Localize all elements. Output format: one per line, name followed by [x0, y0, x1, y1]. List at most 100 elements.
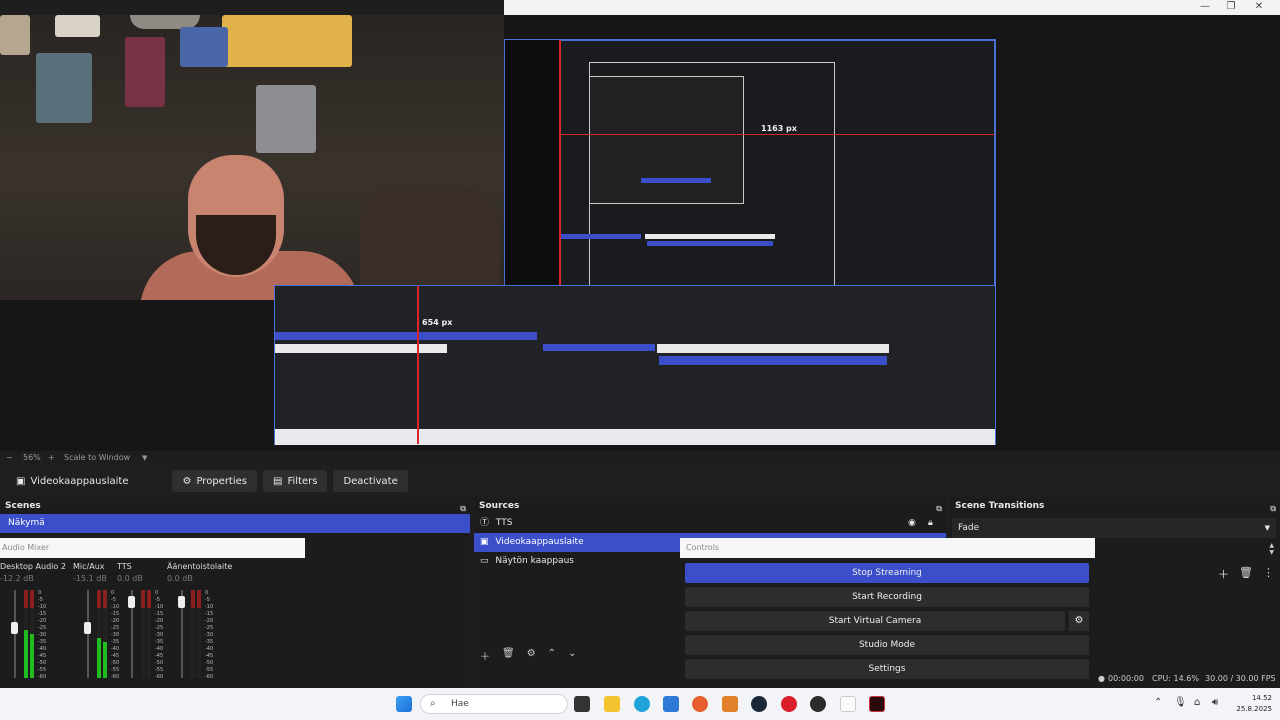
- scale-tick: 0: [38, 590, 42, 596]
- store-icon[interactable]: [663, 696, 679, 712]
- cpu-usage: CPU: 14.6%: [1152, 674, 1199, 683]
- meter-scale: 0 -5 -10 -15 -20 -25 -30 -35 -40 -45 -50 -55 -60: [205, 590, 213, 681]
- level-meter: [97, 590, 101, 678]
- minimize-icon[interactable]: —: [1196, 1, 1214, 13]
- properties-label: Properties: [196, 475, 247, 487]
- volume-icon[interactable]: 🔊︎: [1212, 697, 1218, 708]
- studio-mode-button[interactable]: Studio Mode: [685, 635, 1089, 655]
- scale-mode[interactable]: Scale to Window: [64, 451, 130, 465]
- sources-title: Sources ⧉: [474, 498, 946, 514]
- steam-icon[interactable]: [751, 696, 767, 712]
- selected-source-label: Videokaappauslaite: [30, 475, 129, 487]
- fader-handle[interactable]: [11, 622, 18, 634]
- scale-tick: -30: [155, 632, 164, 638]
- tray-overflow-icon[interactable]: ⌃: [1154, 697, 1162, 708]
- opera-icon[interactable]: [781, 696, 797, 712]
- fader-handle[interactable]: [84, 622, 91, 634]
- add-icon[interactable]: ＋: [480, 648, 490, 663]
- scale-tick: -30: [205, 632, 214, 638]
- preview-canvas[interactable]: 1163 px 654 px: [0, 15, 1280, 451]
- stop-streaming-button[interactable]: Stop Streaming: [685, 563, 1089, 583]
- start-recording-button[interactable]: Start Recording: [685, 587, 1089, 607]
- acrobat-icon[interactable]: [869, 696, 885, 712]
- zoom-out-button[interactable]: −: [6, 451, 13, 465]
- deactivate-button[interactable]: Deactivate: [333, 470, 408, 492]
- obs-icon[interactable]: [810, 696, 826, 712]
- move-up-icon[interactable]: ⌃: [548, 648, 556, 663]
- windows-start-icon[interactable]: [396, 696, 412, 712]
- undock-icon[interactable]: ⧉: [1270, 501, 1276, 517]
- scene-item[interactable]: Näkymä: [0, 514, 470, 533]
- properties-button[interactable]: ⚙ Properties: [172, 470, 257, 492]
- search-placeholder: Hae: [451, 699, 469, 709]
- scale-tick: -45: [38, 653, 47, 659]
- scale-tick: -10: [38, 604, 47, 610]
- more-icon[interactable]: ⋮: [1263, 566, 1274, 582]
- add-icon[interactable]: ＋: [1218, 566, 1229, 582]
- spin-arrows-icon[interactable]: ▲ ▼: [1269, 542, 1274, 556]
- task-view-icon[interactable]: [574, 696, 590, 712]
- scale-tick: -35: [155, 639, 164, 645]
- scale-tick: -40: [155, 646, 164, 652]
- vlc-icon[interactable]: [722, 696, 738, 712]
- source-item[interactable]: Ⓣ TTS ◉ 🔒︎: [474, 514, 946, 533]
- text-icon: Ⓣ: [480, 518, 490, 528]
- move-down-icon[interactable]: ⌄: [568, 648, 576, 663]
- record-time: 00:00:00: [1108, 674, 1144, 683]
- scale-tick: -25: [155, 625, 164, 631]
- scale-tick: -50: [205, 660, 214, 666]
- scale-tick: -25: [38, 625, 47, 631]
- start-virtual-camera-button[interactable]: Start Virtual Camera: [685, 611, 1065, 631]
- scenes-title: Scenes ⧉: [0, 498, 470, 514]
- selected-source: ▣ Videokaappauslaite: [6, 470, 138, 492]
- meter-scale: 0 -5 -10 -15 -20 -25 -30 -35 -40 -45 -50 -55 -60: [155, 590, 163, 681]
- clock-time: 14.52: [1251, 694, 1272, 702]
- scale-tick: -50: [38, 660, 47, 666]
- chevron-down-icon: ▼: [1264, 524, 1270, 532]
- transitions-title: Scene Transitions ⧉: [950, 498, 1280, 514]
- volume-fader[interactable]: [87, 590, 89, 678]
- fader-handle[interactable]: [128, 596, 135, 608]
- edge-icon[interactable]: [634, 696, 650, 712]
- microphone-icon[interactable]: 🎙︎: [1174, 697, 1187, 708]
- volume-fader[interactable]: [14, 590, 16, 678]
- channel-name: Äänentoistolaite: [167, 562, 233, 571]
- zoom-level: 56%: [23, 453, 41, 462]
- source-toolbar: ▣ Videokaappauslaite ⚙ Properties ▤ Filt…: [0, 467, 1280, 495]
- scale-tick: -35: [38, 639, 47, 645]
- sources-actions: ＋ 🗑︎ ⚙ ⌃ ⌄: [480, 648, 576, 663]
- lock-icon[interactable]: 🔒︎: [928, 514, 933, 533]
- gear-icon[interactable]: ⚙: [527, 648, 536, 663]
- scale-tick: -10: [205, 604, 214, 610]
- zoom-in-button[interactable]: +: [48, 451, 55, 465]
- trash-icon[interactable]: 🗑︎: [1239, 566, 1253, 582]
- audio-mixer-panel: Audio Mixer Desktop Audio 2 -12.2 dB 0 -5 -1…: [0, 538, 305, 688]
- network-icon[interactable]: ⌂: [1194, 697, 1200, 708]
- scale-tick: -20: [155, 618, 164, 624]
- fader-handle[interactable]: [178, 596, 185, 608]
- scale-tick: -10: [155, 604, 164, 610]
- level-meter: [147, 590, 151, 678]
- filters-button[interactable]: ▤ Filters: [263, 470, 328, 492]
- eye-icon[interactable]: ◉: [908, 514, 916, 533]
- meter-scale: 0 -5 -10 -15 -20 -25 -30 -35 -40 -45 -50 -55 -60: [38, 590, 46, 681]
- scale-tick: -40: [38, 646, 47, 652]
- close-icon[interactable]: ✕: [1250, 1, 1268, 13]
- taskbar-clock[interactable]: 14.52 25.8.2025: [1236, 693, 1272, 715]
- firefox-icon[interactable]: [692, 696, 708, 712]
- taskbar: ⌕ Hae ⌃ 🎙︎ ⌂ 🔊︎ 14.52 25.8.2025: [0, 688, 1280, 720]
- taskbar-search[interactable]: ⌕ Hae: [420, 694, 568, 714]
- scale-tick: -20: [38, 618, 47, 624]
- trash-icon[interactable]: 🗑︎: [502, 648, 515, 663]
- channel-db: -12.2 dB: [0, 574, 34, 583]
- file-explorer-icon[interactable]: [604, 696, 620, 712]
- transition-select[interactable]: Fade ▼: [952, 518, 1276, 538]
- scale-tick: -5: [38, 597, 43, 603]
- maximize-icon[interactable]: ❐: [1222, 1, 1240, 13]
- virtual-camera-settings-icon[interactable]: ⚙: [1069, 611, 1089, 631]
- chevron-down-icon[interactable]: ▼: [142, 451, 147, 465]
- notepad-icon[interactable]: [840, 696, 856, 712]
- scale-tick: -30: [38, 632, 47, 638]
- controls-panel: Controls Stop Streaming Start Recording …: [680, 538, 1095, 688]
- measure-vertical-label: 654 px: [422, 318, 453, 327]
